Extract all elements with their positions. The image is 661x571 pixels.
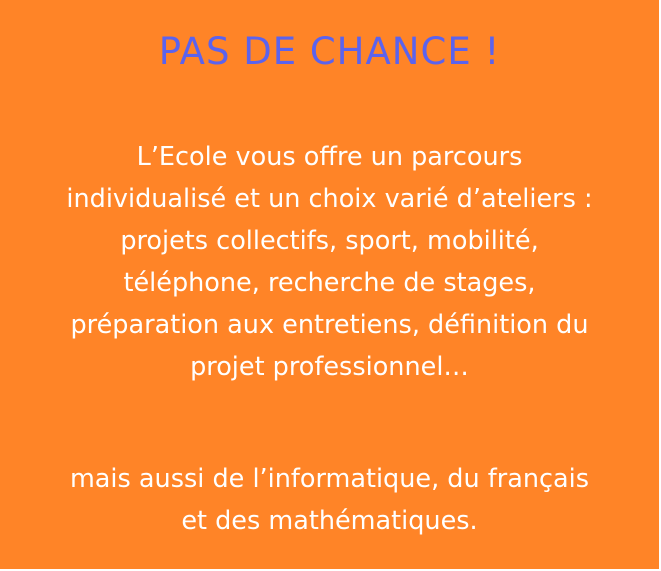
orange-panel: PAS DE CHANCE ! L’Ecole vous offre un pa… bbox=[0, 0, 661, 571]
paragraph-line: téléphone, recherche de stages, bbox=[123, 268, 536, 298]
paragraph-line: individualisé et un choix varié d’atelie… bbox=[66, 184, 593, 214]
paragraph-line: préparation aux entretiens, définition d… bbox=[70, 310, 589, 340]
paragraph-line: L’Ecole vous offre un parcours bbox=[136, 142, 523, 172]
paragraph-line: projets collectifs, sport, mobilité, bbox=[120, 226, 539, 256]
subjects-paragraph: mais aussi de l’informatique, du françai… bbox=[4, 458, 655, 542]
paragraph-line: projet professionnel… bbox=[190, 352, 469, 382]
paragraph-line: mais aussi de l’informatique, du françai… bbox=[69, 464, 590, 494]
page-title: PAS DE CHANCE ! bbox=[158, 30, 501, 73]
workshops-paragraph: L’Ecole vous offre un parcours individua… bbox=[4, 136, 655, 388]
paragraph-line: et des mathématiques. bbox=[181, 506, 478, 536]
